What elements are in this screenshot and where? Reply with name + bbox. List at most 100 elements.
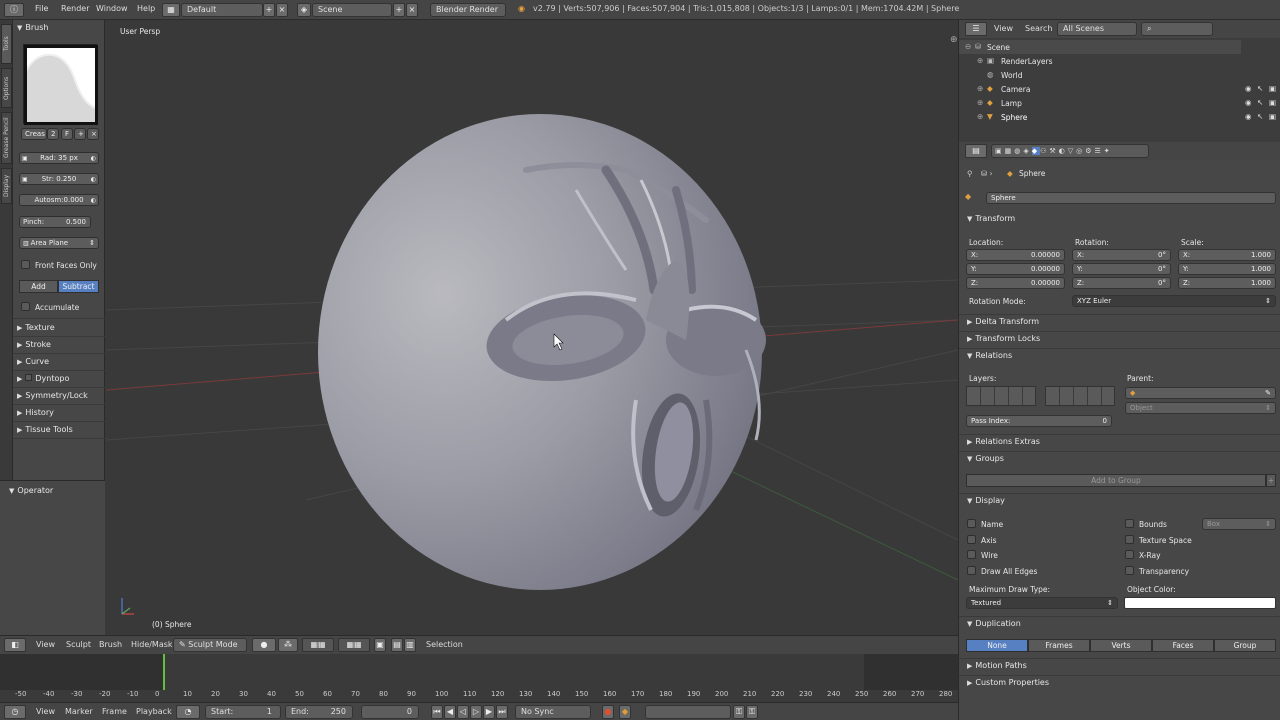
dup-verts-button[interactable]: Verts [1090, 639, 1152, 652]
play-icon[interactable]: ▷ [470, 705, 482, 719]
layers-grid-icon[interactable]: ▦▦ [302, 638, 334, 652]
location-y-field[interactable]: Y: 0.00000 [966, 263, 1065, 275]
play-reverse-icon[interactable]: ◁ [457, 705, 469, 719]
keying-set-field[interactable] [645, 705, 731, 719]
brush-preview[interactable] [21, 42, 101, 128]
outliner-editor-icon[interactable]: ☰ [965, 22, 987, 36]
timeline-menu-playback[interactable]: Playback [136, 707, 172, 716]
render-camera-icon[interactable]: ▣ [1269, 98, 1276, 107]
pressure-icon[interactable]: ◐ [91, 175, 96, 184]
transform-panel-header[interactable]: ▼ Transform [967, 214, 1015, 223]
current-frame-field[interactable]: 0 [361, 705, 419, 719]
timeline[interactable]: -50 -40 -30 -20 -10 0 10 20 30 40 50 60 70 80 90 100 110… [0, 654, 958, 702]
outliner-menu-search[interactable]: Search [1025, 24, 1052, 33]
tab-grease-pencil[interactable]: Grease Pencil [1, 112, 12, 164]
outliner-row-lamp[interactable]: ⊕ ◆ Lamp ◉ ↖ ▣ [959, 96, 1280, 110]
info-editor-icon[interactable]: ⓘ [4, 3, 24, 17]
location-z-field[interactable]: Z: 0.00000 [966, 277, 1065, 289]
record-icon[interactable]: ● [602, 705, 614, 719]
draw-all-edges-checkbox[interactable] [967, 566, 976, 575]
outliner-menu-view[interactable]: View [994, 24, 1013, 33]
brush-unlink-icon[interactable]: × [87, 128, 99, 140]
menu-sculpt[interactable]: Sculpt [66, 640, 91, 649]
viewport-nav-icon[interactable]: ⊕ [950, 35, 958, 45]
operator-header[interactable]: ▼ Operator [9, 486, 53, 495]
object-name-field[interactable]: Sphere [986, 192, 1276, 204]
display-name-checkbox[interactable] [967, 519, 976, 528]
select-arrow-icon[interactable]: ↖ [1257, 98, 1263, 107]
properties-editor-icon[interactable]: ▤ [965, 144, 987, 158]
tab-options[interactable]: Options [1, 68, 12, 108]
expand-icon[interactable]: ⊕ [977, 98, 983, 107]
timeline-editor-icon[interactable]: ◷ [4, 705, 26, 719]
brush-add-icon[interactable]: + [74, 128, 86, 140]
object-color-swatch[interactable] [1124, 597, 1276, 609]
3d-viewport[interactable]: ⊕ User Persp (0) Sphere [106, 20, 958, 635]
outliner-item-sphere[interactable]: Sphere [1001, 113, 1027, 122]
duplication-panel-header[interactable]: ▼ Duplication [967, 619, 1021, 628]
strength-field[interactable]: ▣ Str: 0.250 ◐ [19, 173, 99, 185]
scale-x-field[interactable]: X: 1.000 [1178, 249, 1276, 261]
layout-browse-icon[interactable]: ▦ [162, 3, 180, 17]
outliner-row-world[interactable]: ◍ World [959, 68, 1280, 82]
curve-panel[interactable]: ▶ Curve [17, 357, 49, 366]
timeline-menu-frame[interactable]: Frame [102, 707, 127, 716]
location-x-field[interactable]: X: 0.00000 [966, 249, 1065, 261]
xray-checkbox[interactable] [1125, 550, 1134, 559]
display-panel-header[interactable]: ▼ Display [967, 496, 1005, 505]
scene-delete-icon[interactable]: × [406, 3, 418, 17]
rotation-mode-select[interactable]: XYZ Euler ⇕ [1072, 295, 1276, 307]
add-to-group-button[interactable]: Add to Group [966, 474, 1266, 487]
mode-select[interactable]: ✎ Sculpt Mode [173, 638, 247, 652]
layout-delete-icon[interactable]: × [276, 3, 288, 17]
brush-users-count[interactable]: 2 [47, 128, 59, 140]
symmetry-panel[interactable]: ▶ Symmetry/Lock [17, 391, 88, 400]
opengl-render-icon[interactable]: ▥ [404, 638, 416, 652]
visibility-eye-icon[interactable]: ◉ [1245, 84, 1252, 93]
outliner-row-sphere[interactable]: ⊕ ▼ Sphere ◉ ↖ ▣ [959, 110, 1280, 124]
outliner-item-world[interactable]: World [1001, 71, 1023, 80]
rotation-x-field[interactable]: X: 0° [1072, 249, 1171, 261]
local-layers-icon[interactable]: ▣ [374, 638, 386, 652]
eyedropper-icon[interactable]: ✎ [1265, 389, 1271, 398]
max-draw-type-select[interactable]: Textured ⇕ [966, 597, 1118, 609]
end-frame-field[interactable]: End: 250 [285, 705, 353, 719]
expand-icon[interactable]: ⊕ [977, 56, 983, 65]
scale-z-field[interactable]: Z: 1.000 [1178, 277, 1276, 289]
render-camera-icon[interactable]: ▣ [1269, 84, 1276, 93]
texture-panel[interactable]: ▶ Texture [17, 323, 55, 332]
transparency-checkbox[interactable] [1125, 566, 1134, 575]
group-add-icon[interactable]: + [1266, 474, 1276, 487]
render-camera-icon[interactable]: ▣ [1269, 112, 1276, 121]
outliner-row-renderlayers[interactable]: ⊕ ▣ RenderLayers [959, 54, 1280, 68]
brush-panel-header[interactable]: ▼ Brush [17, 23, 48, 32]
tissue-tools-panel[interactable]: ▶ Tissue Tools [17, 425, 73, 434]
menu-brush[interactable]: Brush [99, 640, 122, 649]
timeline-current-frame[interactable] [163, 654, 165, 690]
menu-view[interactable]: View [36, 640, 55, 649]
menu-file[interactable]: File [35, 4, 48, 13]
preview-range-icon[interactable]: ◔ [176, 705, 200, 719]
expand-icon[interactable]: ⊖ [965, 42, 971, 51]
relations-extras-panel[interactable]: ▶ Relations Extras [967, 437, 1040, 446]
outliner-row-scene[interactable]: ⊖ ⛁ Scene [959, 40, 1241, 54]
expand-icon[interactable]: ⊕ [977, 84, 983, 93]
sync-select[interactable]: No Sync [515, 705, 591, 719]
scene-browse-icon[interactable]: ◈ [297, 3, 311, 17]
layers-grid-2-icon[interactable]: ▦▦ [338, 638, 370, 652]
pressure-icon[interactable]: ◐ [91, 196, 96, 205]
jump-end-icon[interactable]: ⏭ [496, 705, 508, 719]
relations-panel-header[interactable]: ▼ Relations [967, 351, 1012, 360]
dup-none-button[interactable]: None [966, 639, 1028, 652]
pinch-field[interactable]: Pinch: 0.500 [19, 216, 91, 228]
insert-key-icon[interactable]: ⚿ [733, 705, 745, 719]
delta-transform-panel[interactable]: ▶ Delta Transform [967, 317, 1039, 326]
tab-tools[interactable]: Tools [1, 24, 12, 64]
outliner-search-input[interactable]: ⌕ [1141, 22, 1213, 36]
dyntopo-checkbox[interactable] [25, 374, 33, 381]
expand-icon[interactable]: ⊕ [977, 112, 983, 121]
outliner-row-camera[interactable]: ⊕ ◆ Camera ◉ ↖ ▣ [959, 82, 1280, 96]
rotation-z-field[interactable]: Z: 0° [1072, 277, 1171, 289]
menu-window[interactable]: Window [96, 4, 128, 13]
bounds-type-select[interactable]: Box ⇕ [1202, 518, 1276, 530]
